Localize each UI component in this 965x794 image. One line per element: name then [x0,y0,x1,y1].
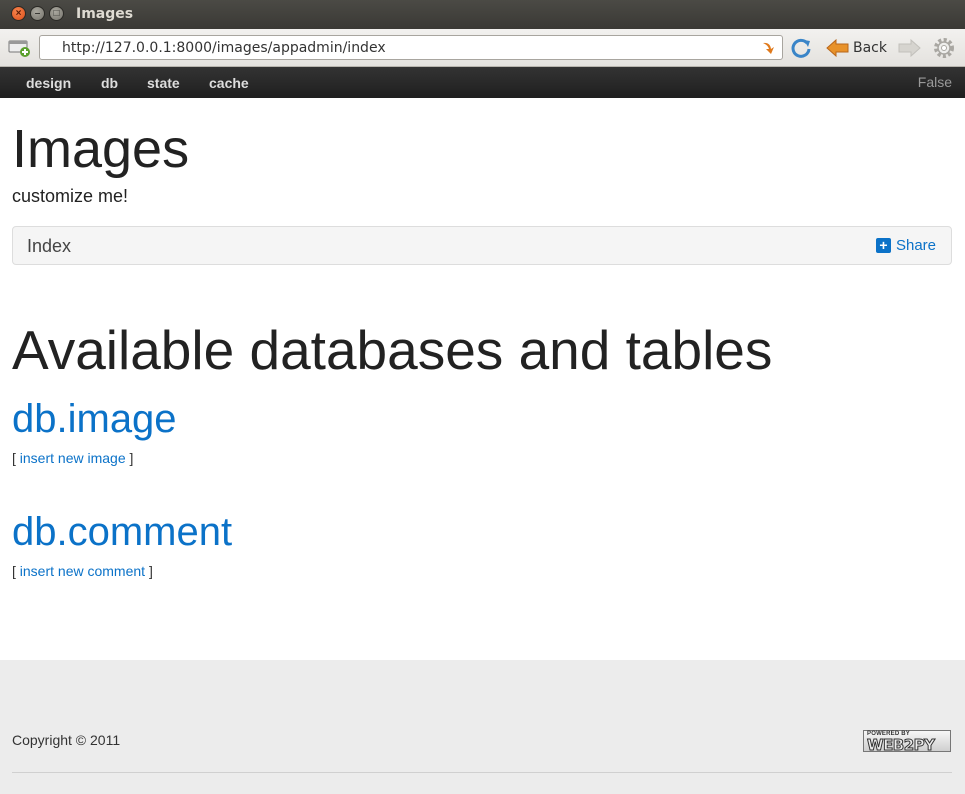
breadcrumb-index: Index [27,236,72,256]
navbar-status-text: False [917,74,952,90]
page-title: Images [12,119,190,179]
minimize-window-button[interactable]: – [30,6,45,21]
maximize-window-button[interactable]: □ [49,6,64,21]
window-title: Images [76,6,134,22]
app-navbar: design db state cache False [0,67,965,98]
back-arrow-icon [826,39,849,57]
insert-line-image: [ insert new image ] [12,450,134,466]
gear-icon[interactable] [932,36,956,60]
share-button[interactable]: + Share [875,237,936,254]
section-title: Available databases and tables [12,319,773,381]
url-text[interactable]: http://127.0.0.1:8000/images/appadmin/in… [62,40,386,56]
back-label: Back [853,40,887,56]
reload-icon[interactable] [790,37,812,59]
plus-icon: + [875,238,891,253]
table-link-image[interactable]: db.image [12,399,177,439]
new-tab-icon[interactable] [8,38,32,58]
nav-design[interactable]: design [26,75,71,91]
browser-toolbar: http://127.0.0.1:8000/images/appadmin/in… [0,29,965,67]
web2py-badge[interactable]: POWERED BY WEB2PY [863,730,951,755]
page-footer: Copyright © 2011 POWERED BY WEB2PY [0,660,965,794]
copyright-text: Copyright © 2011 [12,732,121,748]
insert-line-comment: [ insert new comment ] [12,563,153,579]
forward-arrow-icon[interactable] [897,38,921,58]
breadcrumb: Index + Share [12,226,952,265]
footer-divider [12,772,952,773]
browser-window: × – □ Images http://127.0.0.1:8000/image… [0,0,965,794]
nav-db[interactable]: db [101,75,118,91]
badge-web2py: WEB2PY [867,736,936,755]
address-bar[interactable]: http://127.0.0.1:8000/images/appadmin/in… [39,35,783,60]
close-window-button[interactable]: × [11,6,26,21]
nav-state[interactable]: state [147,75,180,91]
title-bar: × – □ Images [0,0,965,29]
table-link-comment[interactable]: db.comment [12,512,232,552]
nav-cache[interactable]: cache [209,75,249,91]
insert-comment-link[interactable]: insert new comment [20,563,145,579]
back-button[interactable]: Back [826,37,887,59]
go-arrow-icon[interactable] [760,39,778,57]
insert-image-link[interactable]: insert new image [20,450,126,466]
page-subtitle: customize me! [12,186,129,206]
share-label: Share [895,237,936,254]
